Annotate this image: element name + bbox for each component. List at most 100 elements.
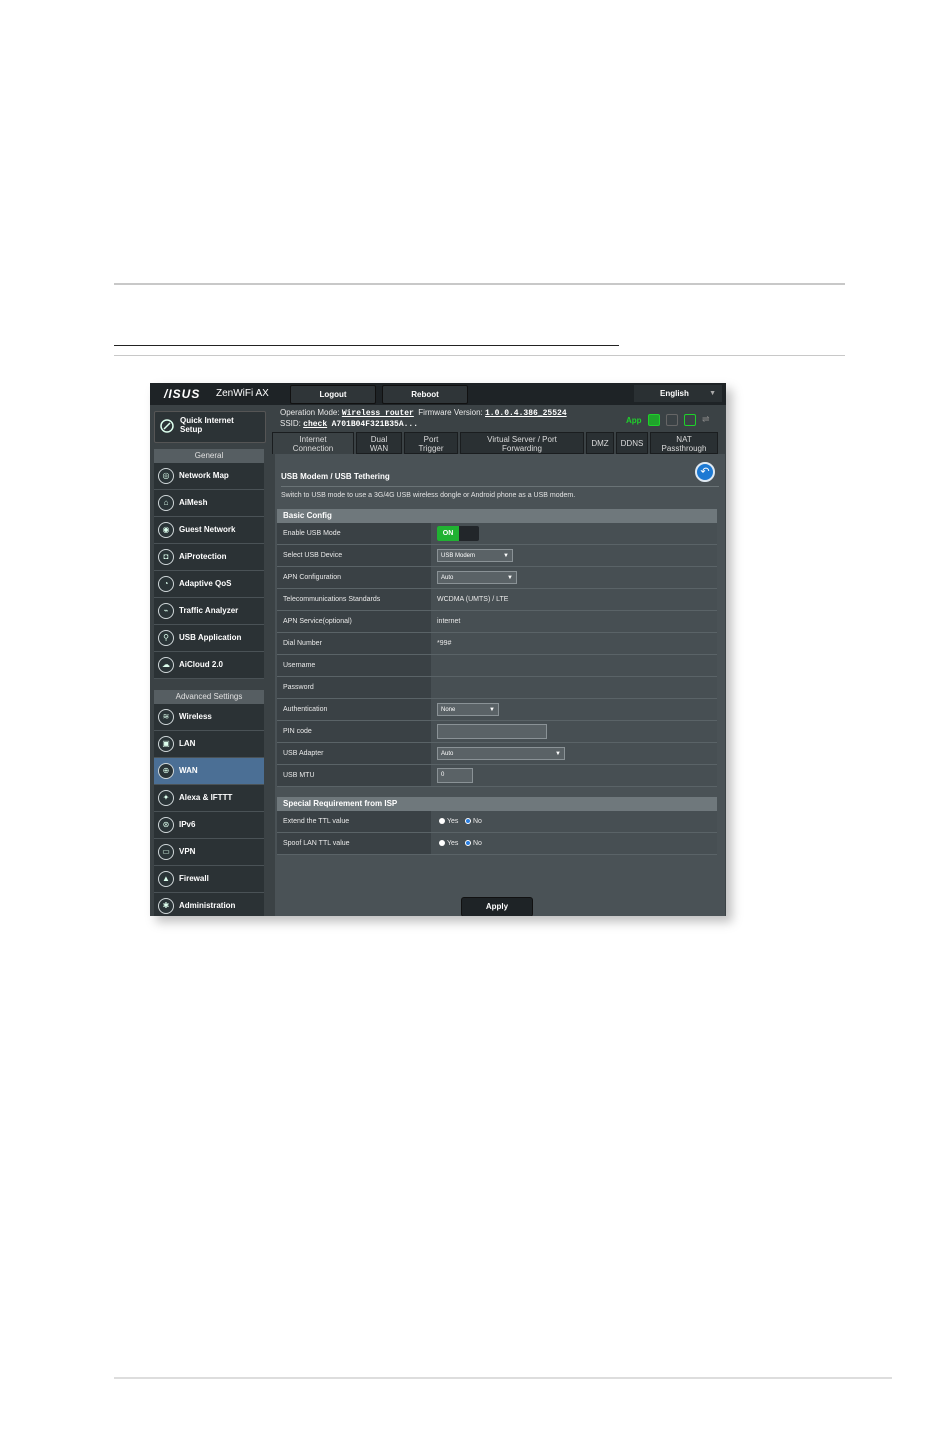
usb-adapter-select[interactable]: Auto ▼ xyxy=(437,747,565,760)
sidebar-item-wan[interactable]: ⊕ WAN xyxy=(154,758,264,785)
quick-internet-setup-button[interactable]: Quick Internet Setup xyxy=(154,411,266,443)
tab-port-trigger[interactable]: Port Trigger xyxy=(404,432,458,454)
page-rule-short xyxy=(114,345,619,346)
apply-button[interactable]: Apply xyxy=(461,897,533,916)
tab-virtual-server[interactable]: Virtual Server / Port Forwarding xyxy=(460,432,584,454)
tab-nat-passthrough[interactable]: NAT Passthrough xyxy=(650,432,718,454)
page-rule-top xyxy=(114,283,845,285)
sidebar-item-usb-application[interactable]: ⚲ USB Application xyxy=(154,625,264,652)
extend-ttl-no-radio[interactable] xyxy=(465,818,471,824)
operation-mode-line: Operation Mode: Wireless router Firmware… xyxy=(280,408,567,418)
row-password: Password xyxy=(277,677,717,699)
row-value: *99# xyxy=(431,633,717,654)
tab-label-line1: NAT xyxy=(676,435,692,444)
row-authentication: Authentication None ▼ xyxy=(277,699,717,721)
internet-status-icon[interactable] xyxy=(648,414,660,426)
sidebar-item-firewall[interactable]: ▲ Firewall xyxy=(154,866,264,893)
usb-device-select[interactable]: USB Modem ▼ xyxy=(437,549,513,562)
tab-internet-connection[interactable]: Internet Connection xyxy=(272,432,354,454)
sidebar-item-vpn[interactable]: ▭ VPN xyxy=(154,839,264,866)
sidebar-item-ipv6[interactable]: ⊛ IPv6 xyxy=(154,812,264,839)
op-mode-link[interactable]: Wireless router xyxy=(342,409,414,418)
row-value xyxy=(431,721,717,742)
radio-label: No xyxy=(473,840,482,847)
spoof-ttl-no-radio[interactable] xyxy=(465,840,471,846)
usb-mtu-input[interactable]: 0 xyxy=(437,768,473,783)
page-rule-mid xyxy=(114,355,845,356)
tab-dmz[interactable]: DMZ xyxy=(586,432,614,454)
lan-icon: ▣ xyxy=(158,736,174,752)
sidebar-item-label: Guest Network xyxy=(179,525,236,534)
sidebar-item-label: AiMesh xyxy=(179,498,208,507)
ssid-value-1[interactable]: check xyxy=(303,420,327,429)
sidebar-item-wireless[interactable]: ≋ Wireless xyxy=(154,704,264,731)
row-value: 0 xyxy=(431,765,717,786)
select-value: Auto xyxy=(441,751,454,757)
sidebar-item-aicloud[interactable]: ☁ AiCloud 2.0 xyxy=(154,652,264,679)
sidebar-item-label: Adaptive QoS xyxy=(179,579,232,588)
apn-config-select[interactable]: Auto ▼ xyxy=(437,571,517,584)
row-usb-mtu: USB MTU 0 xyxy=(277,765,717,787)
sidebar-item-alexa-ifttt[interactable]: ✦ Alexa & IFTTT xyxy=(154,785,264,812)
sidebar: Quick Internet Setup General ◎ Network M… xyxy=(150,405,270,916)
sidebar-item-administration[interactable]: ✱ Administration xyxy=(154,893,264,916)
reboot-button[interactable]: Reboot xyxy=(382,385,468,404)
usb-icon: ⚲ xyxy=(158,630,174,646)
sidebar-item-label: IPv6 xyxy=(179,820,196,829)
sidebar-item-network-map[interactable]: ◎ Network Map xyxy=(154,463,264,490)
row-value: internet xyxy=(431,611,717,632)
router-admin-screenshot: /ISUS ZenWiFi AX Logout Reboot English ▼… xyxy=(150,383,726,916)
aimesh-icon: ⌂ xyxy=(158,495,174,511)
row-select-usb-device: Select USB Device USB Modem ▼ xyxy=(277,545,717,567)
sidebar-item-label: AiCloud 2.0 xyxy=(179,660,224,669)
sidebar-item-label: Alexa & IFTTT xyxy=(179,793,233,802)
panel-title: USB Modem / USB Tethering xyxy=(281,472,390,481)
settings-panel: USB Modem / USB Tethering ↶ Switch to US… xyxy=(275,454,725,916)
tab-dual-wan[interactable]: Dual WAN xyxy=(356,432,402,454)
tab-label-line2: Trigger xyxy=(418,444,444,453)
tab-label-line1: Internet xyxy=(299,435,327,444)
row-label: Dial Number xyxy=(277,633,431,654)
sidebar-item-traffic-analyzer[interactable]: ⌁ Traffic Analyzer xyxy=(154,598,264,625)
spoof-ttl-yes-radio[interactable] xyxy=(439,840,445,846)
sidebar-item-adaptive-qos[interactable]: ◔ Adaptive QoS xyxy=(154,571,264,598)
tab-label-line1: DDNS xyxy=(620,439,644,448)
usb-status-icon[interactable]: ⇌ xyxy=(702,414,710,425)
wireless-status-icon[interactable] xyxy=(684,414,696,426)
row-label: Username xyxy=(277,655,431,676)
sidebar-item-aiprotection[interactable]: ◘ AiProtection xyxy=(154,544,264,571)
sidebar-item-lan[interactable]: ▣ LAN xyxy=(154,731,264,758)
row-value: WCDMA (UMTS) / LTE xyxy=(431,589,717,610)
row-label: PIN code xyxy=(277,721,431,742)
row-label: USB MTU xyxy=(277,765,431,786)
pin-code-input[interactable] xyxy=(437,724,547,739)
row-label: APN Configuration xyxy=(277,567,431,588)
row-dial-number: Dial Number *99# xyxy=(277,633,717,655)
tab-ddns[interactable]: DDNS xyxy=(616,432,648,454)
row-username: Username xyxy=(277,655,717,677)
language-select[interactable]: English ▼ xyxy=(634,385,722,402)
sidebar-item-label: LAN xyxy=(179,739,196,748)
logout-button[interactable]: Logout xyxy=(290,385,376,404)
op-mode-label: Operation Mode: xyxy=(280,408,340,417)
firmware-link[interactable]: 1.0.0.4.386_25524 xyxy=(485,409,567,418)
sidebar-item-aimesh[interactable]: ⌂ AiMesh xyxy=(154,490,264,517)
back-button[interactable]: ↶ xyxy=(695,462,715,482)
row-value: Yes No xyxy=(431,833,717,854)
app-label[interactable]: App xyxy=(626,416,642,425)
row-label: APN Service(optional) xyxy=(277,611,431,632)
language-value: English xyxy=(660,389,689,398)
tab-label-line2: Forwarding xyxy=(501,444,542,453)
row-value: None ▼ xyxy=(431,699,717,720)
qis-label-line1: Quick Internet xyxy=(180,416,234,425)
shield-icon: ◘ xyxy=(158,549,174,565)
security-status-icon[interactable] xyxy=(666,414,678,426)
sidebar-item-guest-network[interactable]: ◉ Guest Network xyxy=(154,517,264,544)
authentication-select[interactable]: None ▼ xyxy=(437,703,499,716)
row-telecom-standards: Telecommunications Standards WCDMA (UMTS… xyxy=(277,589,717,611)
usb-mode-toggle[interactable]: ON xyxy=(437,526,479,541)
row-label: USB Adapter xyxy=(277,743,431,764)
row-value: USB Modem ▼ xyxy=(431,545,717,566)
extend-ttl-yes-radio[interactable] xyxy=(439,818,445,824)
row-label: Telecommunications Standards xyxy=(277,589,431,610)
